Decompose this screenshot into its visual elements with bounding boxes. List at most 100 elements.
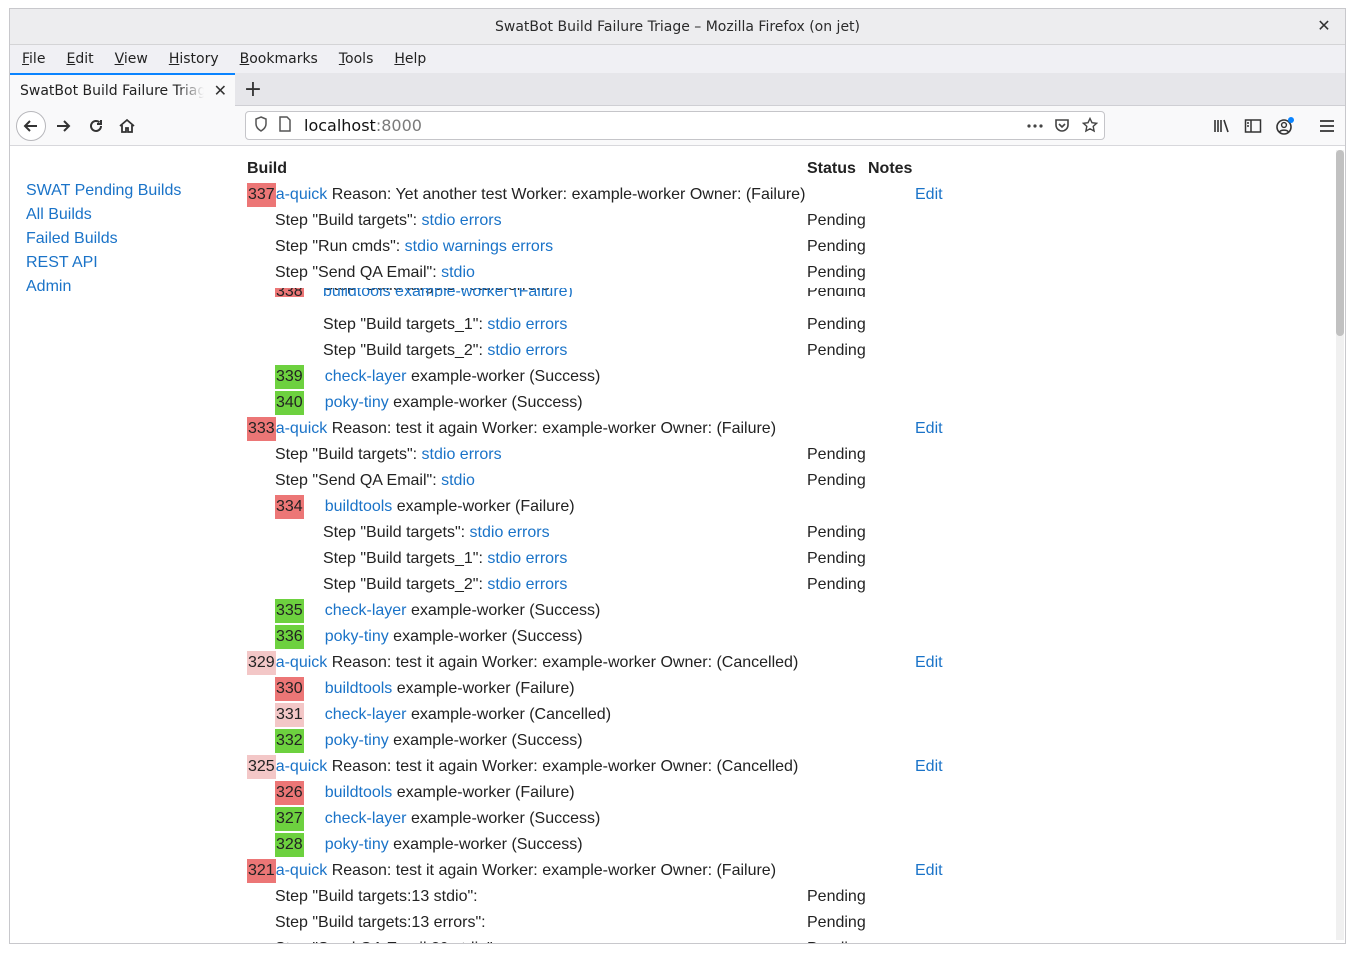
tab-active[interactable]: SwatBot Build Failure Triage ✕	[10, 73, 235, 106]
edit-link[interactable]: Edit	[915, 755, 943, 779]
build-description: example-worker (Failure)	[392, 498, 575, 515]
more-icon[interactable]	[1026, 118, 1044, 137]
nav-all-builds[interactable]: All Builds	[26, 203, 181, 227]
log-link-errors[interactable]: errors	[526, 576, 568, 593]
nav-swat-pending-builds[interactable]: SWAT Pending Builds	[26, 179, 181, 203]
build-name-link[interactable]: check-layer	[325, 602, 407, 619]
build-name-link[interactable]: buildtools	[325, 680, 393, 697]
build-description: Reason: test it again Worker: example-wo…	[327, 420, 777, 437]
build-name-link[interactable]: a-quick	[276, 654, 328, 671]
pocket-icon[interactable]	[1054, 117, 1070, 137]
build-name-link[interactable]: check-layer	[325, 810, 407, 827]
build-name-link[interactable]: poky-tiny	[325, 628, 389, 645]
close-window-icon[interactable]: ✕	[1313, 15, 1335, 37]
menu-history[interactable]: History	[157, 51, 228, 67]
log-link-errors[interactable]: errors	[526, 316, 568, 333]
log-link-stdio[interactable]: stdio	[487, 550, 521, 567]
side-navigation: SWAT Pending Builds All Builds Failed Bu…	[26, 179, 181, 299]
step-status: Pending	[807, 888, 866, 905]
library-icon[interactable]	[1207, 111, 1237, 141]
log-link-stdio[interactable]: stdio	[487, 316, 521, 333]
log-link-errors[interactable]: errors	[526, 550, 568, 567]
step-row: Step "Send QA Email:29 stdio":	[275, 937, 497, 943]
log-link-stdio[interactable]: stdio	[422, 446, 456, 463]
log-link-stdio[interactable]: stdio	[441, 264, 475, 281]
arrow-left-icon[interactable]	[16, 111, 46, 141]
build-description: example-worker (Success)	[388, 732, 583, 749]
menu-tools[interactable]: Tools	[327, 51, 383, 67]
hamburger-menu-icon[interactable]	[1312, 111, 1342, 141]
step-status: Pending	[807, 212, 866, 229]
build-row: 333a-quick Reason: test it again Worker:…	[247, 417, 776, 441]
build-description: example-worker (Success)	[388, 628, 583, 645]
log-link-stdio[interactable]: stdio	[405, 238, 439, 255]
build-name-link[interactable]: poky-tiny	[325, 836, 389, 853]
step-label: Step "Run cmds":	[275, 238, 405, 255]
arrow-right-icon[interactable]	[48, 111, 78, 141]
nav-failed-builds[interactable]: Failed Builds	[26, 227, 181, 251]
log-link-errors[interactable]: errors	[526, 342, 568, 359]
menu-bookmarks[interactable]: Bookmarks	[228, 51, 327, 67]
overlapped-status: Pending	[807, 288, 866, 297]
child-build-row: 331 check-layer example-worker (Cancelled…	[275, 703, 611, 727]
build-name-link[interactable]: check-layer	[325, 706, 407, 723]
account-icon[interactable]	[1270, 111, 1300, 141]
step-status: Pending	[807, 937, 866, 943]
shield-icon[interactable]	[254, 115, 268, 136]
log-link-warnings[interactable]: warnings	[443, 238, 507, 255]
nav-rest-api[interactable]: REST API	[26, 251, 181, 275]
build-name-link[interactable]: buildtools	[325, 784, 393, 801]
log-link-errors[interactable]: errors	[460, 446, 502, 463]
edit-link[interactable]: Edit	[915, 417, 943, 441]
build-name-link[interactable]: poky-tiny	[325, 732, 389, 749]
build-description: example-worker (Success)	[388, 394, 583, 411]
scrollbar-thumb[interactable]	[1336, 150, 1344, 336]
edit-link[interactable]: Edit	[915, 859, 943, 883]
new-tab-icon[interactable]: +	[242, 77, 264, 102]
menu-file[interactable]: File	[10, 51, 54, 67]
log-link-errors[interactable]: errors	[511, 238, 553, 255]
log-link-stdio[interactable]: stdio	[441, 472, 475, 489]
log-link-stdio[interactable]: stdio	[422, 212, 456, 229]
build-number: 333	[247, 417, 276, 441]
sidebar-icon[interactable]	[1238, 111, 1268, 141]
log-link-errors[interactable]: errors	[508, 524, 550, 541]
step-label: Step "Build targets:13 errors":	[275, 914, 486, 931]
build-name-link[interactable]: a-quick	[276, 186, 328, 203]
build-description: example-worker (Success)	[406, 368, 601, 385]
child-build-row: 336 poky-tiny example-worker (Success)	[275, 625, 583, 649]
step-label: Step "Build targets":	[275, 446, 422, 463]
menu-view[interactable]: View	[103, 51, 157, 67]
step-label: Step "Send QA Email":	[275, 472, 442, 489]
reload-icon[interactable]	[81, 111, 111, 141]
menu-help[interactable]: Help	[382, 51, 435, 67]
menu-edit[interactable]: Edit	[54, 51, 102, 67]
close-tab-icon[interactable]: ✕	[214, 81, 227, 100]
child-build-row: 332 poky-tiny example-worker (Success)	[275, 729, 583, 753]
build-number: 340	[275, 391, 304, 415]
log-link-errors[interactable]: errors	[460, 212, 502, 229]
log-link-stdio[interactable]: stdio	[487, 342, 521, 359]
build-name-link[interactable]: check-layer	[325, 368, 407, 385]
build-number: 336	[275, 625, 304, 649]
title-bar: SwatBot Build Failure Triage – Mozilla F…	[10, 9, 1345, 45]
star-icon[interactable]	[1081, 116, 1099, 137]
address-bar[interactable]: localhost:8000	[245, 111, 1105, 140]
step-row: Step "Build targets_1": stdio errors	[323, 547, 567, 571]
edit-link[interactable]: Edit	[915, 183, 943, 207]
build-name-link[interactable]: buildtools	[325, 498, 393, 515]
build-name-link[interactable]: a-quick	[276, 862, 328, 879]
home-icon[interactable]	[112, 111, 142, 141]
step-row: Step "Build targets:13 errors":	[275, 911, 486, 935]
build-number: 330	[275, 677, 304, 701]
child-build-row: 327 check-layer example-worker (Success)	[275, 807, 600, 831]
build-name-link[interactable]: a-quick	[276, 758, 328, 775]
url-text[interactable]: localhost:8000	[304, 116, 422, 135]
build-name-link[interactable]: poky-tiny	[325, 394, 389, 411]
build-row: 321a-quick Reason: test it again Worker:…	[247, 859, 776, 883]
build-name-link[interactable]: a-quick	[276, 420, 328, 437]
edit-link[interactable]: Edit	[915, 651, 943, 675]
log-link-stdio[interactable]: stdio	[470, 524, 504, 541]
log-link-stdio[interactable]: stdio	[487, 576, 521, 593]
nav-admin[interactable]: Admin	[26, 275, 181, 299]
